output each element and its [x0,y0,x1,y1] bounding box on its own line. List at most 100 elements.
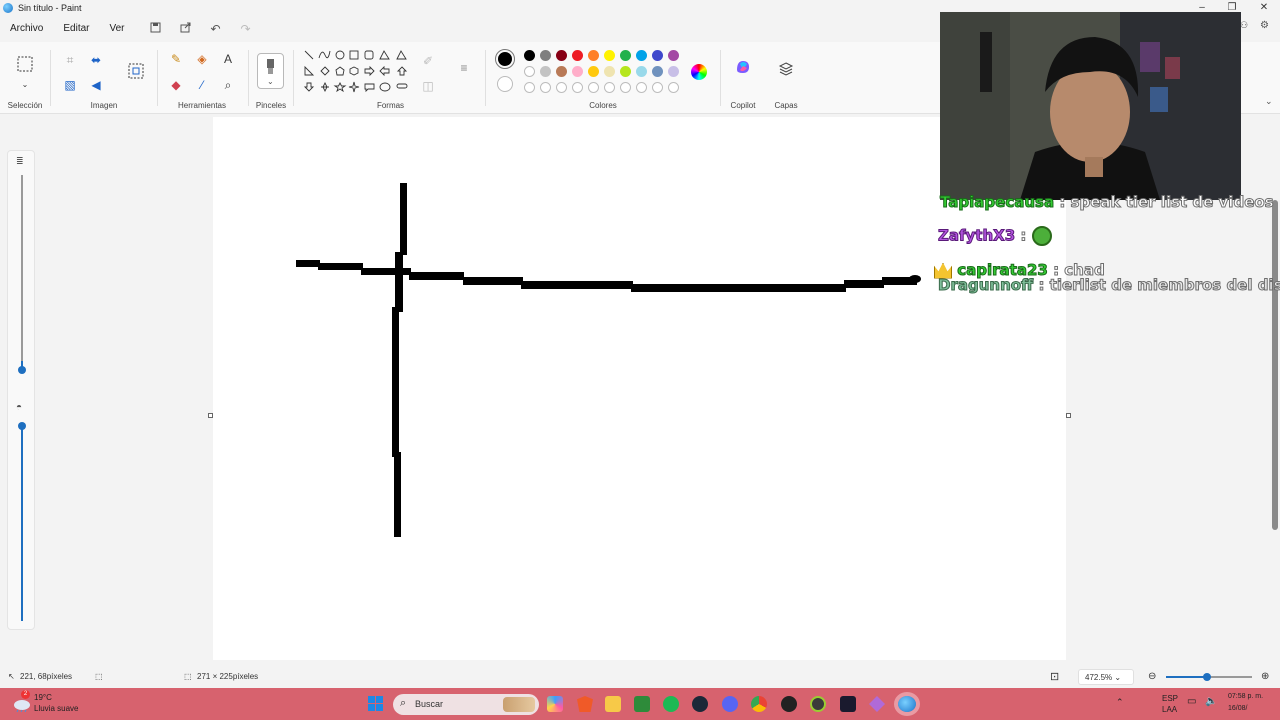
language-bottom[interactable]: LAA [1162,705,1177,714]
color-swatch[interactable] [620,66,631,77]
menu-editar[interactable]: Editar [53,18,99,40]
text-icon[interactable]: A [218,49,238,69]
color-swatch[interactable] [540,50,551,61]
color-swatch[interactable] [636,50,647,61]
custom-color-slot[interactable] [524,82,535,93]
select-dropdown-icon[interactable]: ⌄ [15,75,35,95]
fit-screen-icon[interactable]: ⊡ [1050,668,1059,686]
fill-style-icon[interactable]: ◫ [418,76,438,96]
remove-background-icon[interactable]: ▧ [60,75,80,95]
zoom-out-icon[interactable]: ⊖ [1148,668,1156,686]
drawing-canvas[interactable] [213,117,1066,660]
zoom-slider-thumb[interactable] [1203,673,1211,681]
undo-icon[interactable]: ↶ [201,18,231,40]
select-rectangle-icon[interactable] [15,56,35,76]
obs-icon[interactable] [781,696,797,712]
shapes-gallery[interactable] [302,48,410,98]
network-icon[interactable]: ▭ [1187,696,1196,707]
color-swatch[interactable] [652,66,663,77]
outline-icon[interactable]: ✐ [418,51,438,71]
layers-icon[interactable] [776,61,796,81]
clock-date[interactable]: 16/08/ [1228,705,1247,712]
color-swatch[interactable] [588,66,599,77]
save-icon[interactable] [141,18,171,40]
opacity-slider-thumb[interactable] [18,422,26,430]
color-swatch[interactable] [668,66,679,77]
terminal-icon[interactable] [840,696,856,712]
custom-color-slot[interactable] [636,82,647,93]
edit-colors-icon[interactable] [691,64,707,80]
canvas-resize-handle-right[interactable] [1066,413,1071,418]
color-swatch[interactable] [588,50,599,61]
windows-start-icon[interactable] [368,696,383,711]
custom-color-slot[interactable] [668,82,679,93]
fill-icon[interactable]: ◈ [192,49,212,69]
close-icon[interactable]: ✕ [1250,0,1278,16]
color-swatch[interactable] [556,66,567,77]
opacity-slider-track[interactable] [21,425,23,621]
rotate-icon[interactable]: ◀ [86,75,106,95]
custom-color-slot[interactable] [620,82,631,93]
color-swatch[interactable] [652,50,663,61]
color-swatch[interactable] [604,66,615,77]
menu-ver[interactable]: Ver [99,18,134,40]
zoom-select[interactable]: 472.5% ⌄ [1078,669,1134,685]
profile-icon[interactable]: ⚇ [1240,20,1248,31]
spotify-icon[interactable] [663,696,679,712]
minecraft-icon[interactable] [634,696,650,712]
settings-icon[interactable]: ⚙ [1260,20,1269,31]
redo-icon[interactable]: ↷ [231,18,261,40]
custom-color-slot[interactable] [588,82,599,93]
color-picker-icon[interactable]: ⁄ [192,75,212,95]
size-slider-track[interactable] [21,175,23,367]
widgets-icon[interactable] [547,696,563,712]
file-explorer-icon[interactable] [605,696,621,712]
crop-icon[interactable]: ⌗ [60,50,80,70]
brush-button[interactable]: ⌄ [257,53,284,89]
shape-size-icon[interactable]: ≡ [454,58,474,78]
language-top[interactable]: ESP [1162,694,1178,703]
custom-color-slot[interactable] [540,82,551,93]
custom-color-slot[interactable] [604,82,615,93]
color-swatch[interactable] [572,66,583,77]
active-color-ring[interactable] [495,49,515,69]
steam-icon[interactable] [692,696,708,712]
taskbar-search[interactable]: ⌕ Buscar [393,694,539,715]
color-swatch[interactable] [524,50,535,61]
canvas-resize-handle-left[interactable] [208,413,213,418]
color-swatch[interactable] [620,50,631,61]
custom-color-slot[interactable] [652,82,663,93]
clock-time[interactable]: 07:58 p. m. [1228,693,1263,700]
app-icon[interactable] [869,696,885,712]
collapse-ribbon-icon[interactable]: ⌄ [1265,96,1273,107]
share-icon[interactable] [171,18,201,40]
tray-overflow-icon[interactable]: ⌃ [1116,697,1124,708]
pencil-icon[interactable]: ✎ [166,49,186,69]
paint-taskbar-icon[interactable] [898,696,916,712]
weather-widget[interactable]: 2 [12,690,32,713]
size-slider-thumb[interactable] [18,366,26,374]
color-swatch[interactable] [604,50,615,61]
discord-icon[interactable] [722,696,738,712]
volume-icon[interactable]: 🔈 [1205,696,1217,707]
resize-icon[interactable]: ⬌ [86,50,106,70]
color-swatch[interactable] [524,66,535,77]
secondary-color-swatch[interactable] [497,76,513,92]
app-icon[interactable] [810,696,826,712]
custom-color-slot[interactable] [556,82,567,93]
chrome-icon[interactable] [751,696,767,712]
eraser-icon[interactable]: ◆ [166,75,186,95]
color-swatch[interactable] [572,50,583,61]
brave-browser-icon[interactable] [577,696,593,712]
image-select-icon[interactable] [126,62,146,82]
zoom-in-icon[interactable]: ⊕ [1261,668,1269,686]
color-swatch[interactable] [668,50,679,61]
menu-archivo[interactable]: Archivo [0,18,53,40]
color-swatch[interactable] [556,50,567,61]
custom-color-slot[interactable] [572,82,583,93]
color-swatch[interactable] [636,66,647,77]
copilot-icon[interactable] [733,58,753,78]
vertical-scrollbar[interactable] [1272,200,1278,530]
magnifier-icon[interactable]: ⌕ [218,75,238,95]
color-swatch[interactable] [540,66,551,77]
